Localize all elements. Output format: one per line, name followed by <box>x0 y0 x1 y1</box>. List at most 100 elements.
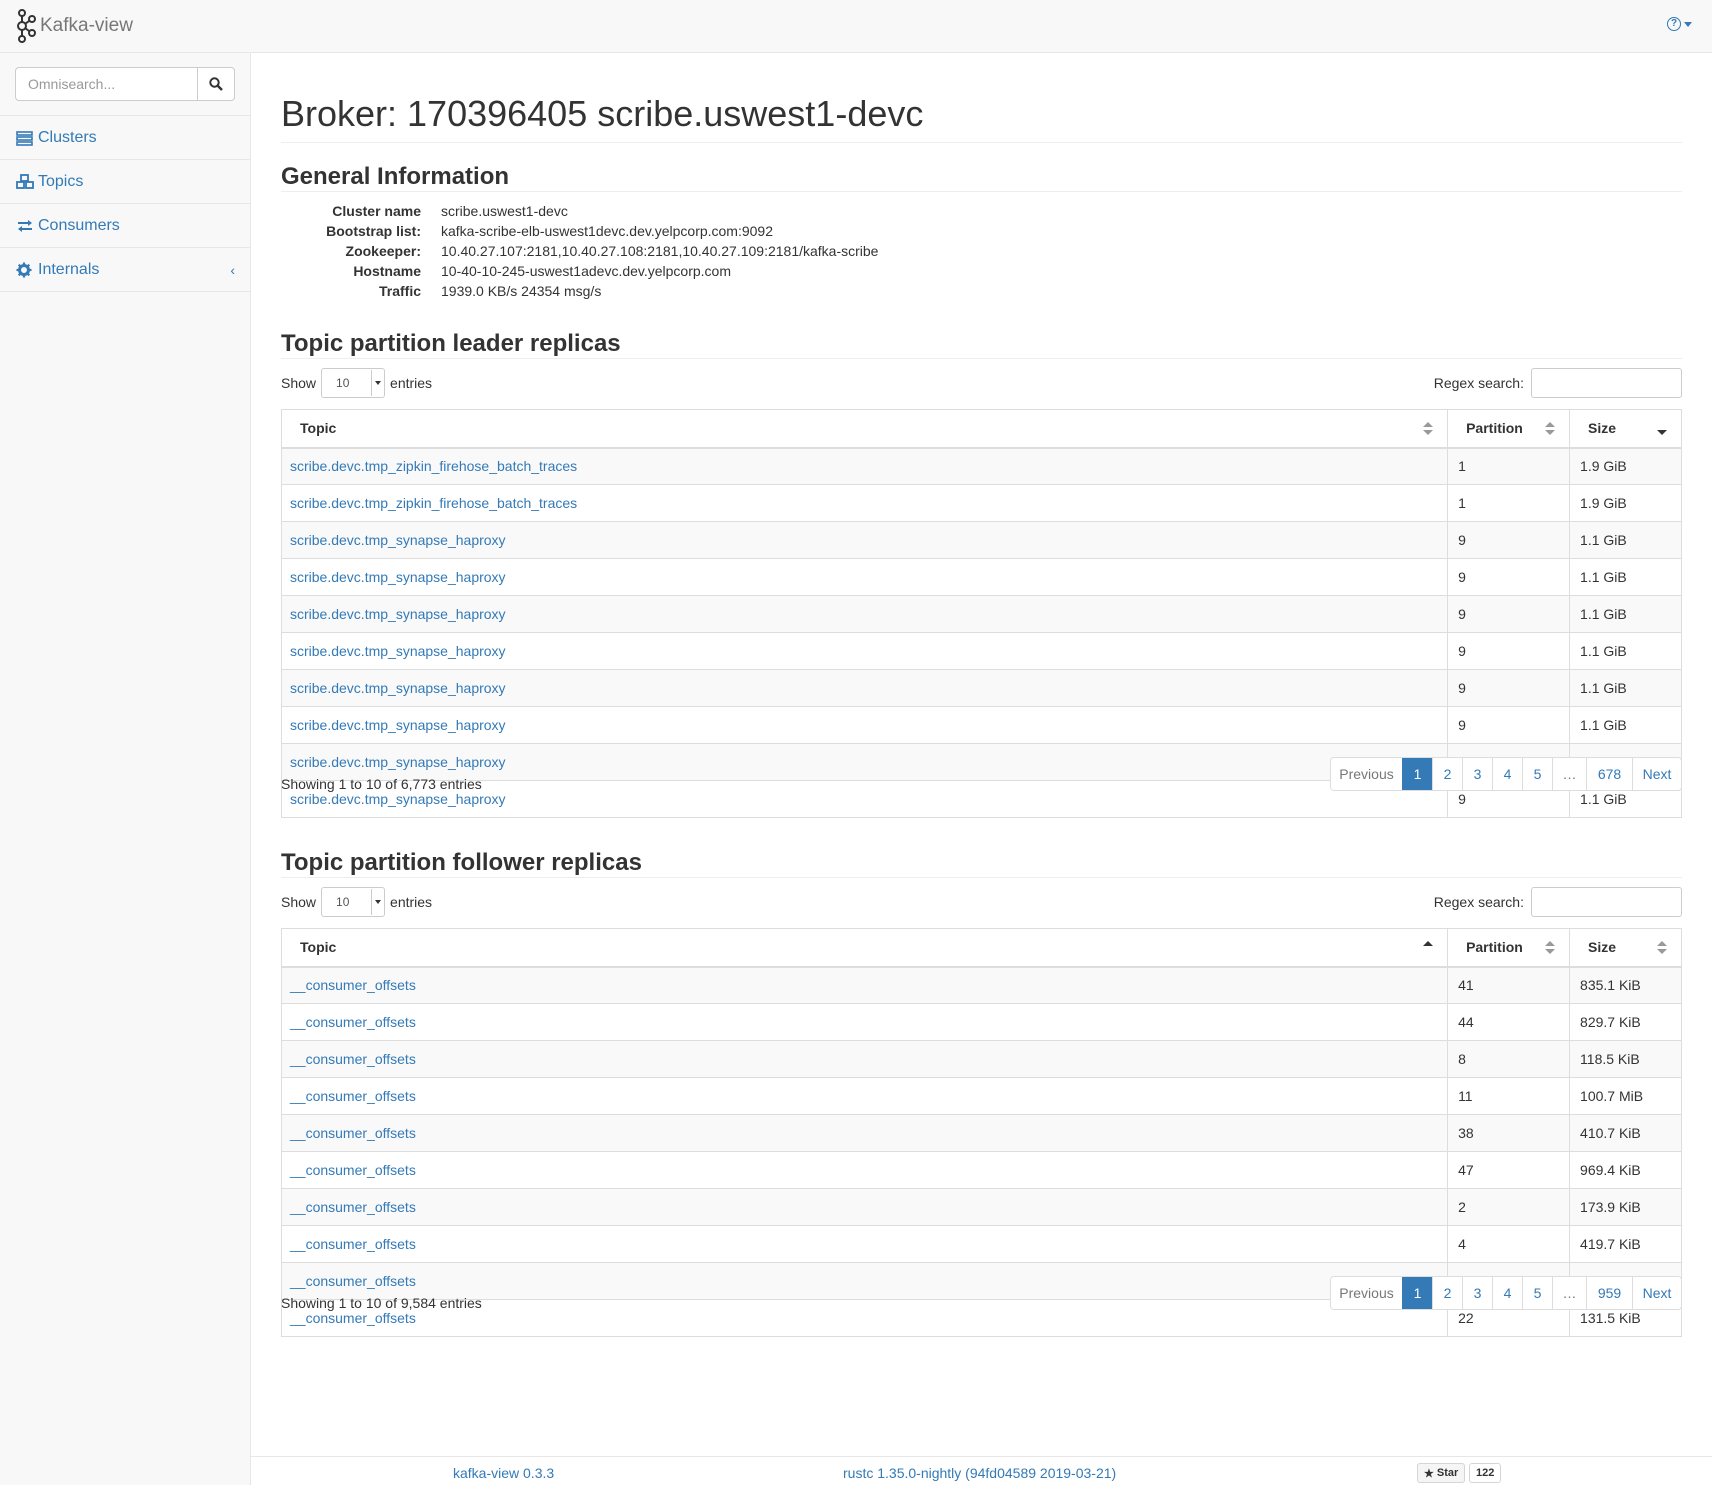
partition-cell: 9 <box>1447 521 1571 559</box>
topic-link[interactable]: scribe.devc.tmp_synapse_haproxy <box>290 532 506 548</box>
star-label: Star <box>1436 1467 1459 1479</box>
topic-link[interactable]: scribe.devc.tmp_synapse_haproxy <box>290 606 506 622</box>
length-value: 10 <box>336 376 350 390</box>
follower-table-info: Showing 1 to 10 of 9,584 entries <box>281 1295 482 1311</box>
partition-cell: 9 <box>1447 706 1571 744</box>
topic-link[interactable]: __consumer_offsets <box>290 1199 416 1215</box>
next-page-button[interactable]: Next <box>1632 758 1681 790</box>
leader-pagination: Previous 1 2 3 4 5… 678 Next <box>1330 757 1682 791</box>
version-link[interactable]: kafka-view 0.3.3 <box>453 1465 554 1481</box>
chevron-left-icon[interactable]: ‹ <box>230 262 235 278</box>
col-header-topic[interactable]: Topic <box>280 928 1449 968</box>
table-row: scribe.devc.tmp_synapse_haproxy 91.1 GiB <box>280 706 1682 744</box>
table-header-row: Topic Partition Size <box>280 409 1682 449</box>
topic-link[interactable]: scribe.devc.tmp_zipkin_firehose_batch_tr… <box>290 495 577 511</box>
col-header-partition[interactable]: Partition <box>1447 409 1571 449</box>
topic-link[interactable]: __consumer_offsets <box>290 1051 416 1067</box>
previous-page-button[interactable]: Previous <box>1331 1277 1402 1309</box>
exchange-icon <box>18 219 32 232</box>
leader-table-controls: Show 10 entries Regex search: <box>281 368 1682 400</box>
size-cell: 1.1 GiB <box>1569 558 1682 596</box>
topic-link[interactable]: __consumer_offsets <box>290 1162 416 1178</box>
length-value: 10 <box>336 895 350 909</box>
question-circle-icon: ? <box>1667 17 1681 31</box>
page-button[interactable]: 1 <box>1402 1277 1432 1309</box>
page-title: Broker: 170396405 scribe.uswest1-devc <box>281 93 924 134</box>
col-header-size[interactable]: Size <box>1569 409 1682 449</box>
partition-cell: 1 <box>1447 447 1571 485</box>
size-cell: 1.1 GiB <box>1569 595 1682 633</box>
select-arrow-icon <box>371 889 383 915</box>
topic-link[interactable]: scribe.devc.tmp_synapse_haproxy <box>290 791 506 807</box>
col-header-label: Size <box>1588 420 1617 437</box>
rustc-link[interactable]: rustc 1.35.0-nightly (94fd04589 2019-03-… <box>843 1465 1116 1481</box>
topic-link[interactable]: scribe.devc.tmp_synapse_haproxy <box>290 717 506 733</box>
size-cell: 969.4 KiB <box>1569 1151 1682 1189</box>
page-button[interactable]: 1 <box>1402 758 1432 790</box>
sidebar-item-clusters[interactable]: Clusters <box>0 116 250 160</box>
topic-link[interactable]: __consumer_offsets <box>290 1236 416 1252</box>
brand-link[interactable]: Kafka-view <box>14 9 133 43</box>
length-select[interactable]: 10 <box>321 368 386 398</box>
sort-both-icon <box>1545 422 1556 436</box>
sort-both-icon <box>1423 422 1434 436</box>
col-header-size[interactable]: Size <box>1569 928 1682 968</box>
size-cell: 419.7 KiB <box>1569 1225 1682 1263</box>
previous-page-button[interactable]: Previous <box>1331 758 1402 790</box>
topic-link[interactable]: scribe.devc.tmp_synapse_haproxy <box>290 643 506 659</box>
divider <box>281 358 1682 359</box>
regex-label: Regex search: <box>1433 375 1524 391</box>
regex-search-input[interactable] <box>1531 887 1682 917</box>
info-row: Bootstrap list: kafka-scribe-elb-uswest1… <box>281 221 878 241</box>
sidebar-item-topics[interactable]: Topics <box>0 160 250 204</box>
page-button[interactable]: 678 <box>1586 758 1632 790</box>
help-menu[interactable]: ? <box>1667 17 1692 31</box>
partition-cell: 9 <box>1447 595 1571 633</box>
topic-link[interactable]: scribe.devc.tmp_synapse_haproxy <box>290 754 506 770</box>
next-page-button[interactable]: Next <box>1632 1277 1681 1309</box>
col-header-partition[interactable]: Partition <box>1447 928 1571 968</box>
page-button[interactable]: 3 <box>1462 1277 1492 1309</box>
sidebar-item-consumers[interactable]: Consumers <box>0 204 250 248</box>
col-header-topic[interactable]: Topic <box>280 409 1449 449</box>
size-cell: 1.1 GiB <box>1569 521 1682 559</box>
page-ellipsis: … <box>1552 1277 1586 1309</box>
table-row: scribe.devc.tmp_synapse_haproxy 91.1 GiB <box>280 521 1682 559</box>
topic-cell: scribe.devc.tmp_synapse_haproxy <box>280 669 1449 707</box>
star-count[interactable]: 122 <box>1469 1463 1502 1483</box>
topic-link[interactable]: __consumer_offsets <box>290 1088 416 1104</box>
topic-cell: __consumer_offsets <box>280 1262 1449 1300</box>
topic-link[interactable]: scribe.devc.tmp_zipkin_firehose_batch_tr… <box>290 458 577 474</box>
length-control: Show 10 entries <box>281 887 432 917</box>
omnisearch <box>15 67 235 101</box>
page-button[interactable]: 3 <box>1462 758 1492 790</box>
page-button[interactable]: 5 <box>1522 758 1552 790</box>
page-button[interactable]: 4 <box>1492 1277 1522 1309</box>
cluster-name-link[interactable]: scribe.uswest1-devc <box>441 203 568 219</box>
topic-link[interactable]: scribe.devc.tmp_synapse_haproxy <box>290 569 506 585</box>
general-info: Cluster name scribe.uswest1-devc Bootstr… <box>281 201 878 301</box>
leader-replicas-heading: Topic partition leader replicas <box>281 330 621 357</box>
page-button[interactable]: 4 <box>1492 758 1522 790</box>
omnisearch-button[interactable] <box>197 67 235 101</box>
omnisearch-input[interactable] <box>15 67 197 101</box>
page-button[interactable]: 2 <box>1432 758 1462 790</box>
size-cell: 1.9 GiB <box>1569 484 1682 522</box>
github-star-button[interactable]: ★ Star <box>1417 1463 1466 1483</box>
topic-link[interactable]: __consumer_offsets <box>290 1125 416 1141</box>
page-button[interactable]: 5 <box>1522 1277 1552 1309</box>
star-icon: ★ <box>1424 1467 1434 1480</box>
page-button[interactable]: 959 <box>1586 1277 1632 1309</box>
regex-search-input[interactable] <box>1531 368 1682 398</box>
page-button[interactable]: 2 <box>1432 1277 1462 1309</box>
partition-cell: 9 <box>1447 669 1571 707</box>
topic-link[interactable]: scribe.devc.tmp_synapse_haproxy <box>290 680 506 696</box>
topic-link[interactable]: __consumer_offsets <box>290 1310 416 1326</box>
sidebar-item-internals[interactable]: Internals ‹ <box>0 248 250 292</box>
length-select[interactable]: 10 <box>321 887 386 917</box>
topic-link[interactable]: __consumer_offsets <box>290 1014 416 1030</box>
info-row: Hostname 10-40-10-245-uswest1adevc.dev.y… <box>281 261 878 281</box>
topic-link[interactable]: __consumer_offsets <box>290 977 416 993</box>
topic-cell: scribe.devc.tmp_synapse_haproxy <box>280 595 1449 633</box>
topic-link[interactable]: __consumer_offsets <box>290 1273 416 1289</box>
